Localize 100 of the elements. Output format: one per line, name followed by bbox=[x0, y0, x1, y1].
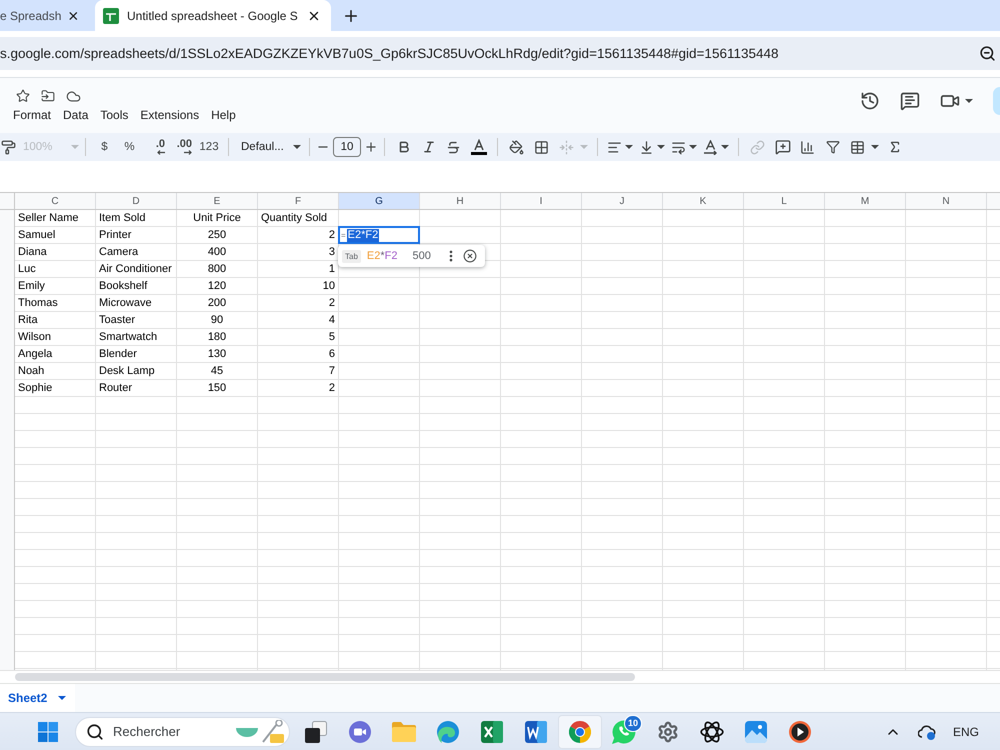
caret-icon[interactable] bbox=[721, 145, 729, 149]
result-preview: 500 bbox=[412, 250, 431, 262]
formula-preview[interactable]: E2*F2 bbox=[366, 250, 398, 262]
tab-title: e Spreadsh bbox=[0, 8, 62, 22]
vertical-align-icon[interactable] bbox=[638, 140, 654, 154]
italic-icon[interactable] bbox=[422, 140, 436, 154]
menu-item[interactable]: Extensions bbox=[140, 107, 200, 123]
percent-button[interactable]: % bbox=[117, 141, 142, 153]
notification-badge: 10 bbox=[624, 714, 642, 732]
font-size-field[interactable]: 10 bbox=[333, 137, 361, 157]
column-header[interactable]: C bbox=[15, 193, 96, 209]
align-left-icon[interactable] bbox=[606, 140, 622, 154]
taskbar-button[interactable]: 10 bbox=[602, 714, 646, 748]
star-icon[interactable] bbox=[16, 89, 30, 103]
table-cell-text: 6 bbox=[328, 347, 336, 362]
decrease-decimals-button[interactable]: .0 bbox=[142, 139, 169, 155]
overlapping-squares-icon[interactable] bbox=[305, 720, 327, 742]
borders-icon[interactable] bbox=[534, 140, 549, 154]
caret-icon[interactable] bbox=[965, 99, 973, 103]
table-cell-text: 5 bbox=[328, 330, 336, 345]
cloud-icon[interactable] bbox=[66, 88, 81, 104]
cell-editor[interactable]: = E2*F2 bbox=[338, 226, 420, 244]
folder-arrow-icon[interactable] bbox=[41, 89, 55, 103]
currency-button[interactable]: $ bbox=[92, 141, 117, 153]
strikethrough-icon[interactable] bbox=[446, 140, 461, 154]
text-color-icon[interactable] bbox=[470, 139, 486, 155]
browser-tab[interactable]: Untitled spreadsheet - Google S bbox=[95, 0, 331, 31]
bold-icon[interactable] bbox=[396, 140, 410, 154]
plus-icon[interactable] bbox=[364, 140, 378, 154]
menu-item[interactable]: Tools bbox=[100, 107, 128, 123]
spreadsheet-app-icon[interactable] bbox=[481, 720, 503, 742]
paint-bucket-icon[interactable] bbox=[509, 140, 524, 154]
column-header[interactable]: L bbox=[744, 193, 825, 209]
mountain-photo-icon[interactable] bbox=[745, 720, 767, 742]
table-cell-text: 130 bbox=[206, 347, 228, 362]
caret-icon[interactable] bbox=[689, 145, 697, 149]
text-rotation-icon[interactable] bbox=[702, 140, 718, 154]
document-app-icon[interactable] bbox=[525, 720, 547, 742]
table-cell-text: 4 bbox=[328, 313, 336, 328]
atom-icon[interactable] bbox=[700, 720, 724, 744]
filter-icon[interactable] bbox=[826, 140, 840, 154]
increase-decimals-button[interactable]: .00 bbox=[169, 139, 196, 155]
caret-icon[interactable] bbox=[58, 696, 66, 700]
menu-item[interactable]: Format bbox=[13, 107, 52, 123]
table-cell-text: 250 bbox=[206, 228, 228, 243]
table-cell-text: Diana bbox=[17, 245, 48, 260]
table-cell-text: Thomas bbox=[17, 296, 59, 311]
horizontal-scrollbar[interactable] bbox=[15, 673, 635, 681]
column-header[interactable]: D bbox=[96, 193, 177, 209]
table-cell-text: 200 bbox=[206, 296, 228, 311]
column-header[interactable]: E bbox=[177, 193, 258, 209]
column-header[interactable]: G bbox=[339, 193, 420, 209]
caret-icon[interactable] bbox=[625, 145, 633, 149]
column-header[interactable]: N bbox=[906, 193, 987, 209]
caret-icon[interactable] bbox=[871, 145, 879, 149]
zoom-out-icon[interactable] bbox=[979, 45, 996, 62]
language-indicator[interactable]: ENG bbox=[952, 724, 979, 738]
address-field[interactable]: s.google.com/spreadsheets/d/1SSLo2xEADGZKZEYkVB7u0S_Gp6krSJC85UvOckLhRdg/edit?gid=1561135448#gid=1561135448 bbox=[0, 37, 1000, 70]
table-cell-text: Noah bbox=[17, 364, 46, 379]
table-cell-text: Wilson bbox=[17, 330, 52, 345]
table-cell-text: 1 bbox=[328, 262, 336, 277]
header-cell-text: Item Sold bbox=[98, 211, 146, 226]
close-icon[interactable] bbox=[463, 249, 477, 263]
menu-item[interactable]: Help bbox=[211, 107, 236, 123]
table-cell-text: 180 bbox=[206, 330, 228, 345]
windows-logo-icon[interactable] bbox=[38, 722, 58, 742]
caret-icon[interactable] bbox=[293, 145, 301, 149]
header-cell-text: Seller Name bbox=[17, 211, 80, 226]
column-header[interactable]: M bbox=[825, 193, 906, 209]
gear-icon[interactable] bbox=[657, 720, 679, 742]
table-cell-text: Blender bbox=[98, 347, 138, 362]
table-icon[interactable] bbox=[850, 140, 865, 154]
column-header[interactable]: H bbox=[420, 193, 501, 209]
table-cell-text: Rita bbox=[17, 313, 39, 328]
paint-roller-icon[interactable] bbox=[1, 140, 16, 154]
number-format-button[interactable]: 123 bbox=[196, 141, 222, 153]
column-header[interactable]: K bbox=[663, 193, 744, 209]
add-comment-icon[interactable] bbox=[774, 139, 790, 155]
menu-item[interactable]: Data bbox=[63, 107, 88, 123]
chart-icon[interactable] bbox=[800, 140, 815, 154]
table-cell-text: 7 bbox=[328, 364, 336, 379]
wrap-text-icon[interactable] bbox=[670, 140, 686, 154]
sheet-tab[interactable]: Sheet2 bbox=[0, 684, 76, 712]
font-select[interactable]: Defaul... bbox=[235, 141, 303, 153]
column-header[interactable]: I bbox=[501, 193, 582, 209]
browser-tab[interactable]: e Spreadsh bbox=[0, 0, 90, 31]
table-cell-text: Toaster bbox=[98, 313, 136, 328]
arrow-left-icon bbox=[157, 150, 165, 155]
video-chat-icon[interactable] bbox=[349, 720, 371, 742]
cloud-icon[interactable] bbox=[918, 724, 936, 740]
play-icon[interactable] bbox=[789, 720, 811, 742]
swirl-logo-icon[interactable] bbox=[437, 720, 459, 742]
comment-icon[interactable] bbox=[900, 91, 920, 111]
circle-logo-icon[interactable] bbox=[569, 720, 591, 742]
table-cell-text: 10 bbox=[322, 279, 336, 294]
history-icon[interactable] bbox=[860, 91, 880, 111]
table-cell-text: Sophie bbox=[17, 381, 54, 396]
caret-icon[interactable] bbox=[657, 145, 665, 149]
search-field[interactable]: Rechercher bbox=[75, 716, 290, 746]
column-header[interactable]: J bbox=[582, 193, 663, 209]
